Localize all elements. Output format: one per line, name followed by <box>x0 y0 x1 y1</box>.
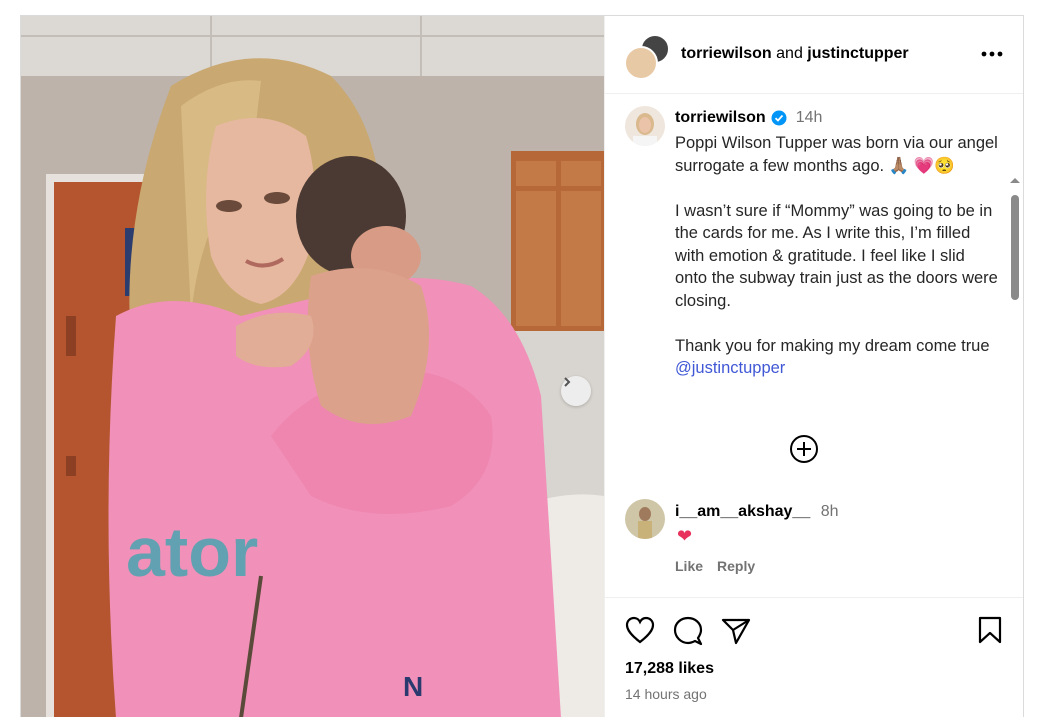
caption-time[interactable]: 14h <box>796 109 823 127</box>
caption-paragraph-1: Poppi Wilson Tupper was born via our ang… <box>675 134 998 175</box>
post-side-panel: torriewilson and justinctupper torriewil… <box>604 16 1023 717</box>
header-usernames: torriewilson and justinctupper <box>681 45 909 63</box>
comment-icon <box>673 616 703 646</box>
svg-text:N: N <box>403 671 423 702</box>
comment-heart-emoji: ❤ <box>677 526 693 546</box>
mention-link[interactable]: @justinctupper <box>675 359 785 377</box>
caption-avatar[interactable] <box>625 106 665 146</box>
header-joiner: and <box>776 45 803 62</box>
comment-text: ❤ <box>677 526 692 547</box>
avatar-image <box>625 106 665 146</box>
caption-paragraph-3: Thank you for making my dream come true … <box>675 335 1000 380</box>
next-photo-button[interactable] <box>561 376 591 406</box>
comment-button[interactable] <box>673 616 703 651</box>
action-icons <box>625 616 751 651</box>
caption-scroll-area[interactable]: torriewilson 14h Poppi Wilson Tupper was… <box>605 94 1023 596</box>
load-more-comments-button[interactable] <box>789 434 819 469</box>
comment-like-button[interactable]: Like <box>675 558 703 574</box>
header-user-torriewilson[interactable]: torriewilson <box>681 45 772 62</box>
comment-username[interactable]: i__am__akshay__ <box>675 503 810 520</box>
chevron-right-icon <box>564 377 571 387</box>
avatar-torriewilson[interactable] <box>624 46 658 80</box>
load-more-icon <box>790 435 818 463</box>
comment-time: 8h <box>820 503 839 520</box>
verified-badge-icon <box>771 110 787 126</box>
more-options-icon <box>981 51 1003 57</box>
comment-avatar[interactable] <box>625 499 665 539</box>
avatar-image <box>625 499 665 539</box>
post-header: torriewilson and justinctupper <box>605 16 1023 94</box>
more-options-button[interactable] <box>981 44 1003 62</box>
caption-paragraph-3-text: Thank you for making my dream come true <box>675 336 990 355</box>
comment-actions: Like Reply <box>675 558 755 574</box>
share-icon <box>721 618 751 645</box>
post-photo[interactable]: ator N <box>21 16 604 717</box>
comment-reply-button[interactable]: Reply <box>717 558 755 574</box>
comment-header: i__am__akshay__ 8h <box>675 503 838 521</box>
scroll-up-arrow-icon[interactable] <box>1009 176 1021 184</box>
svg-text:ator: ator <box>126 513 258 591</box>
scroll-thumb[interactable] <box>1011 195 1019 300</box>
caption-username[interactable]: torriewilson <box>675 109 766 127</box>
post-timestamp[interactable]: 14 hours ago <box>625 686 707 702</box>
share-button[interactable] <box>721 616 751 651</box>
caption-paragraph-2: I wasn’t sure if “Mommy” was going to be… <box>675 201 998 310</box>
post-actions: 17,288 likes 14 hours ago <box>605 597 1023 717</box>
photo-illustration: ator N <box>21 16 604 717</box>
caption-text: Poppi Wilson Tupper was born via our ang… <box>675 132 1000 402</box>
header-user-justinctupper[interactable]: justinctupper <box>807 45 908 62</box>
likes-count[interactable]: 17,288 likes <box>625 660 714 678</box>
like-button[interactable] <box>625 616 655 651</box>
caption-scrollbar[interactable] <box>1008 174 1022 596</box>
bookmark-icon <box>978 616 1002 644</box>
save-button[interactable] <box>977 616 1003 649</box>
post-dialog: ator N torriewilson and justinctupper to… <box>20 15 1024 717</box>
caption-header: torriewilson 14h <box>675 109 822 127</box>
heart-icon <box>625 616 655 644</box>
collab-avatars[interactable] <box>624 34 670 80</box>
